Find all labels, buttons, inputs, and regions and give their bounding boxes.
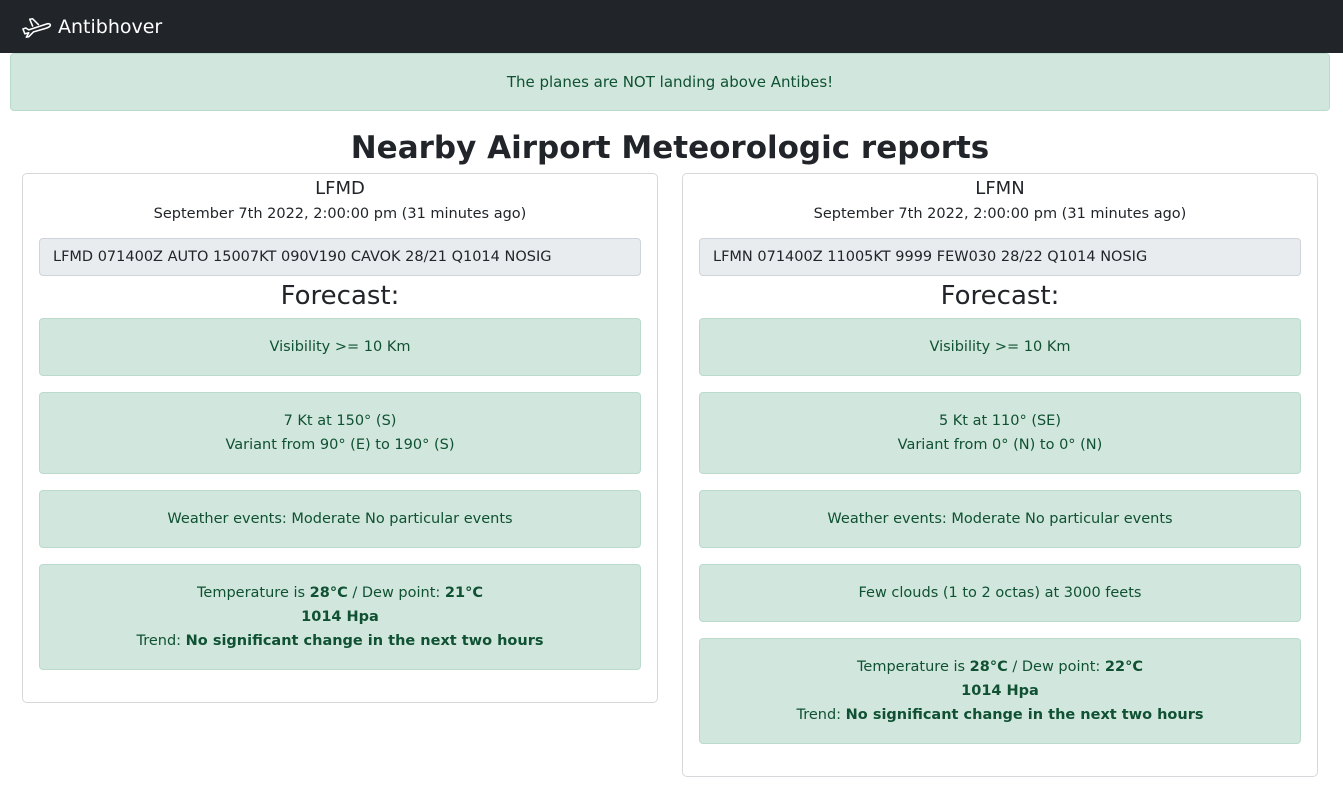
weather-events-text: Weather events: Moderate No particular e… xyxy=(827,511,1173,527)
wind-text: 5 Kt at 110° (SE) xyxy=(938,413,1062,429)
brand-name: Antibhover xyxy=(58,15,163,38)
temperature-value: 28°C xyxy=(969,659,1008,675)
airport-card-lfmn: LFMN September 7th 2022, 2:00:00 pm (31 … xyxy=(682,173,1318,777)
alert-text: The planes are NOT landing above Antibes… xyxy=(506,73,834,91)
pressure-value: 1014 Hpa xyxy=(301,609,379,625)
pressure-value: 1014 Hpa xyxy=(961,683,1039,699)
report-time: September 7th 2022, 2:00:00 pm (31 minut… xyxy=(813,206,1187,222)
station-code: LFMN xyxy=(975,178,1025,199)
wind-variant-text: Variant from 90° (E) to 190° (S) xyxy=(225,437,455,453)
temperature-box: Temperature is 28°C / Dew point: 21°C 10… xyxy=(39,564,641,670)
report-time: September 7th 2022, 2:00:00 pm (31 minut… xyxy=(153,206,527,222)
temperature-label: Temperature is xyxy=(857,659,966,675)
airport-card-lfmd: LFMD September 7th 2022, 2:00:00 pm (31 … xyxy=(22,173,658,703)
clouds-box: Few clouds (1 to 2 octas) at 3000 feets xyxy=(699,564,1301,622)
dew-point-label: / Dew point: xyxy=(352,585,441,601)
trend-label: Trend: xyxy=(136,633,182,649)
temperature-box: Temperature is 28°C / Dew point: 22°C 10… xyxy=(699,638,1301,744)
weather-events-text: Weather events: Moderate No particular e… xyxy=(167,511,513,527)
dew-point-value: 22°C xyxy=(1104,659,1143,675)
airplane-icon xyxy=(22,17,52,38)
trend-label: Trend: xyxy=(796,707,842,723)
dew-point-value: 21°C xyxy=(444,585,483,601)
clouds-text: Few clouds (1 to 2 octas) at 3000 feets xyxy=(858,585,1142,601)
wind-variant-text: Variant from 0° (N) to 0° (N) xyxy=(897,437,1103,453)
visibility-text: Visibility >= 10 Km xyxy=(929,339,1071,355)
wind-box: 7 Kt at 150° (S) Variant from 90° (E) to… xyxy=(39,392,641,474)
wind-box: 5 Kt at 110° (SE) Variant from 0° (N) to… xyxy=(699,392,1301,474)
trend-value: No significant change in the next two ho… xyxy=(845,707,1204,723)
metar-text: LFMN 071400Z 11005KT 9999 FEW030 28/22 Q… xyxy=(713,249,1148,265)
visibility-box: Visibility >= 10 Km xyxy=(699,318,1301,376)
temperature-value: 28°C xyxy=(309,585,348,601)
weather-events-box: Weather events: Moderate No particular e… xyxy=(39,490,641,548)
dew-point-label: / Dew point: xyxy=(1012,659,1101,675)
page-title: Nearby Airport Meteorologic reports xyxy=(350,130,990,166)
forecast-heading: Forecast: xyxy=(940,281,1060,311)
navbar: Antibhover xyxy=(0,0,1343,53)
trend-value: No significant change in the next two ho… xyxy=(185,633,544,649)
station-code: LFMD xyxy=(315,178,365,199)
visibility-box: Visibility >= 10 Km xyxy=(39,318,641,376)
visibility-text: Visibility >= 10 Km xyxy=(269,339,411,355)
metar-raw: LFMD 071400Z AUTO 15007KT 090V190 CAVOK … xyxy=(39,238,641,276)
temperature-label: Temperature is xyxy=(197,585,306,601)
brand-link[interactable]: Antibhover xyxy=(21,16,162,38)
wind-text: 7 Kt at 150° (S) xyxy=(283,413,397,429)
landing-status-alert: The planes are NOT landing above Antibes… xyxy=(10,53,1330,111)
forecast-heading: Forecast: xyxy=(280,281,400,311)
weather-events-box: Weather events: Moderate No particular e… xyxy=(699,490,1301,548)
metar-text: LFMD 071400Z AUTO 15007KT 090V190 CAVOK … xyxy=(53,249,552,265)
metar-raw: LFMN 071400Z 11005KT 9999 FEW030 28/22 Q… xyxy=(699,238,1301,276)
